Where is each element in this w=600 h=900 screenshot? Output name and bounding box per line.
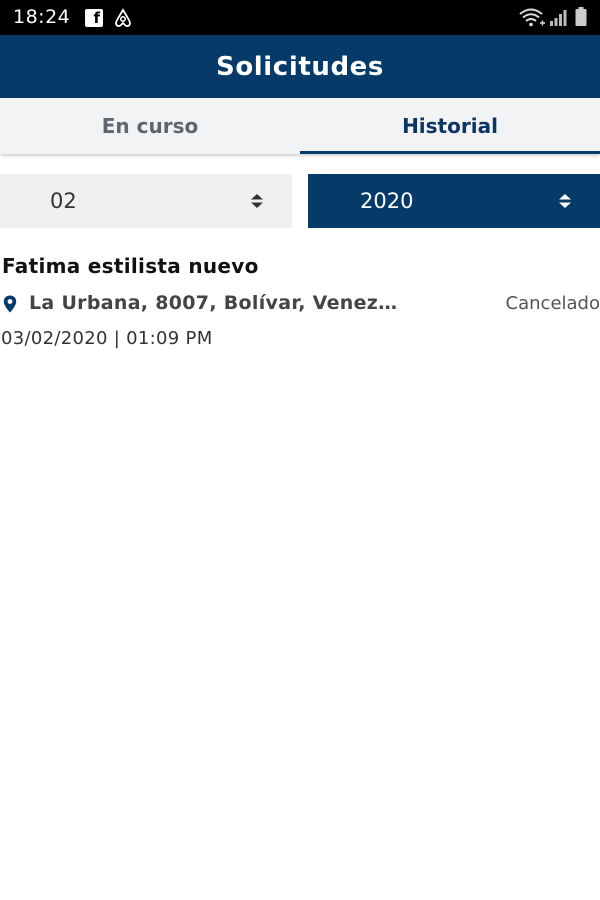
- tab-en-curso[interactable]: En curso: [0, 98, 300, 154]
- year-value: 2020: [360, 189, 414, 213]
- request-address: La Urbana, 8007, Bolívar, Venez…: [29, 292, 398, 314]
- page-title: Solicitudes: [216, 51, 384, 82]
- tab-label: En curso: [101, 114, 199, 138]
- airbnb-icon: [115, 8, 131, 27]
- app-header: Solicitudes: [0, 35, 600, 98]
- year-select[interactable]: 2020: [308, 174, 600, 228]
- battery-icon: [575, 7, 587, 26]
- month-value: 02: [50, 189, 77, 213]
- sort-arrows-icon: [251, 194, 263, 208]
- sort-arrows-icon: [559, 194, 571, 208]
- request-title: Fatima estilista nuevo: [2, 254, 259, 278]
- request-datetime: 03/02/2020 | 01:09 PM: [1, 328, 213, 349]
- active-tab-indicator: [300, 151, 600, 154]
- tab-label: Historial: [402, 114, 498, 138]
- status-bar: 18:24 f: [0, 0, 600, 35]
- facebook-icon: f: [85, 9, 103, 27]
- status-badge: Cancelado: [505, 293, 600, 314]
- month-select[interactable]: 02: [0, 174, 292, 228]
- wifi-icon: [519, 8, 545, 27]
- filters: 02 2020: [0, 174, 600, 228]
- signal-icon: [550, 10, 567, 26]
- request-list-item[interactable]: Fatima estilista nuevo La Urbana, 8007, …: [0, 250, 600, 360]
- tab-historial[interactable]: Historial: [300, 98, 600, 154]
- status-time: 18:24: [13, 6, 71, 28]
- tab-bar: En curso Historial: [0, 98, 600, 154]
- location-pin-icon: [3, 295, 17, 313]
